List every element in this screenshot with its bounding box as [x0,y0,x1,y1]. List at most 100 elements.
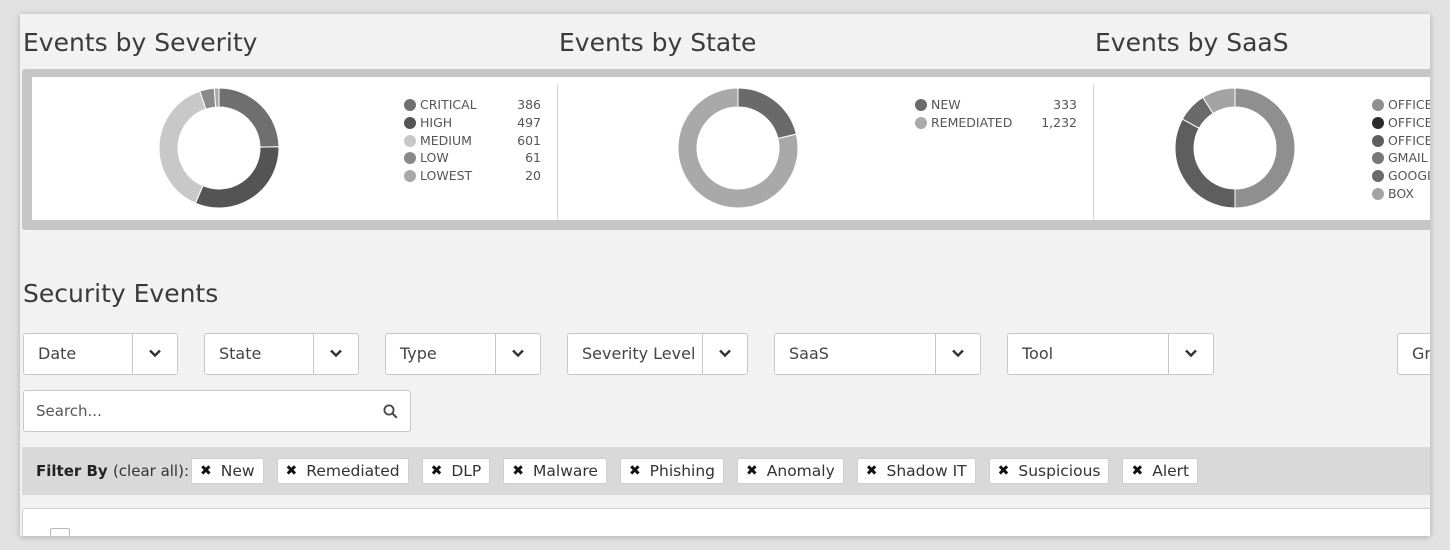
saas-dropdown[interactable]: SaaS [774,333,981,375]
filter-chip[interactable]: ✖ Shadow IT [856,458,976,484]
legend-swatch [915,116,927,129]
filter-chip-label: New [220,462,255,480]
dropdown-label: Tool [1022,344,1054,363]
donut-slice-high[interactable] [194,146,279,208]
search-input[interactable] [36,391,356,431]
select-all-checkbox[interactable] [50,528,70,536]
state-dropdown[interactable]: State [204,333,359,375]
donut-slice-office[interactable] [1234,88,1295,208]
remove-filter-icon[interactable]: ✖ [746,463,758,479]
legend-item[interactable]: OFFICE [1372,132,1430,150]
active-filter-chips: ✖ New ✖ Remediated ✖ DLP ✖ Malware ✖ Phishing ✖ Ano… [191,458,1199,484]
filter-chip[interactable]: ✖ DLP [421,458,491,484]
events-table-header [22,508,1430,536]
dropdown-label: SaaS [789,344,829,363]
saas-chart-title: Events by SaaS [1095,28,1289,57]
legend-label: BOX [1388,185,1414,201]
legend-value: 333 [1053,97,1077,112]
legend-swatch [404,116,416,129]
donut-slice-medium[interactable] [159,90,207,204]
legend-item[interactable]: REMEDIATED 1,232 [915,114,1077,132]
legend-swatch [915,99,927,111]
dropdown-toggle[interactable] [935,334,980,374]
security-events-title: Security Events [23,279,219,308]
filter-chip-label: Phishing [649,462,716,480]
legend-swatch [1372,99,1384,111]
chevron-down-icon [149,349,161,358]
filter-chip-label: Anomaly [766,462,835,480]
state-donut-chart[interactable] [678,88,798,208]
search-box[interactable] [23,390,411,432]
dropdown-label: Gr [1412,344,1430,363]
legend-label: REMEDIATED [931,114,1013,130]
legend-swatch [404,134,416,147]
filter-chip[interactable]: ✖ Alert [1122,458,1199,484]
legend-item[interactable]: GOOGI [1372,167,1430,185]
legend-value: 601 [517,132,541,148]
chart-divider [557,85,558,219]
filter-chip-label: Alert [1152,462,1190,480]
filter-chip-label: Malware [533,462,598,480]
legend-item[interactable]: NEW 333 [915,96,1077,114]
search-icon[interactable] [383,404,398,419]
saas-donut-chart[interactable] [1175,88,1295,208]
donut-slice-office[interactable] [1175,118,1236,208]
legend-item[interactable]: MEDIUM 601 [404,132,541,150]
remove-filter-icon[interactable]: ✖ [431,463,443,479]
dropdown-toggle[interactable] [495,334,540,374]
legend-value: 497 [517,114,541,130]
dropdown-label: Date [38,344,77,363]
filter-chip-label: Suspicious [1018,462,1101,480]
donut-slice-critical[interactable] [218,88,279,148]
filter-chip[interactable]: ✖ Malware [503,458,607,484]
legend-item[interactable]: OFFICE [1372,114,1430,132]
chevron-down-icon [1185,349,1197,358]
legend-swatch [1372,152,1384,165]
legend-swatch [1372,187,1384,200]
filter-chip[interactable]: ✖ Remediated [276,458,409,484]
type-dropdown[interactable]: Type [385,333,541,375]
dashboard-panel: Events by Severity Events by State Event… [20,14,1430,536]
dropdown-toggle[interactable] [132,334,177,374]
legend-value: 1,232 [1041,114,1077,130]
donut-slice-new[interactable] [737,88,797,140]
legend-label: CRITICAL [420,97,477,112]
legend-item[interactable]: HIGH 497 [404,114,541,132]
legend-item[interactable]: CRITICAL 386 [404,96,541,114]
chevron-down-icon [330,349,342,358]
clear-all-link[interactable]: (clear all): [113,462,189,480]
legend-swatch [404,170,416,183]
severity-donut-chart[interactable] [159,88,279,208]
dropdown-toggle[interactable] [313,334,358,374]
legend-item[interactable]: BOX [1372,185,1430,203]
filter-chip-label: Shadow IT [886,462,967,480]
severity-chart-title: Events by Severity [23,28,258,57]
group-dropdown[interactable]: Gr [1397,333,1430,375]
remove-filter-icon[interactable]: ✖ [998,463,1010,479]
severity-level-dropdown[interactable]: Severity Level [567,333,748,375]
filter-chip[interactable]: ✖ Suspicious [988,458,1110,484]
legend-swatch [404,152,416,165]
date-dropdown[interactable]: Date [23,333,178,375]
remove-filter-icon[interactable]: ✖ [512,463,524,479]
dropdown-toggle[interactable] [1168,334,1213,374]
filter-chip[interactable]: ✖ Anomaly [737,458,844,484]
legend-item[interactable]: GMAIL [1372,149,1430,167]
legend-item[interactable]: LOW 61 [404,149,541,167]
remove-filter-icon[interactable]: ✖ [200,463,212,479]
filter-chip[interactable]: ✖ New [191,458,264,484]
legend-value: 386 [517,97,541,112]
dropdown-toggle[interactable] [702,334,747,374]
filter-chip[interactable]: ✖ Phishing [619,458,725,484]
tool-dropdown[interactable]: Tool [1007,333,1214,375]
remove-filter-icon[interactable]: ✖ [866,463,878,479]
charts-container: CRITICAL 386 HIGH 497 MEDIUM 601 LOW 61 LOWEST 20… [32,77,1430,220]
legend-item[interactable]: LOWEST 20 [404,167,541,185]
filter-by-text: Filter By [36,462,108,480]
legend-item[interactable]: OFFICE [1372,96,1430,114]
dropdown-label: State [219,344,262,363]
filter-chip-label: DLP [451,462,482,480]
remove-filter-icon[interactable]: ✖ [286,463,298,479]
remove-filter-icon[interactable]: ✖ [629,463,641,479]
remove-filter-icon[interactable]: ✖ [1131,463,1143,479]
